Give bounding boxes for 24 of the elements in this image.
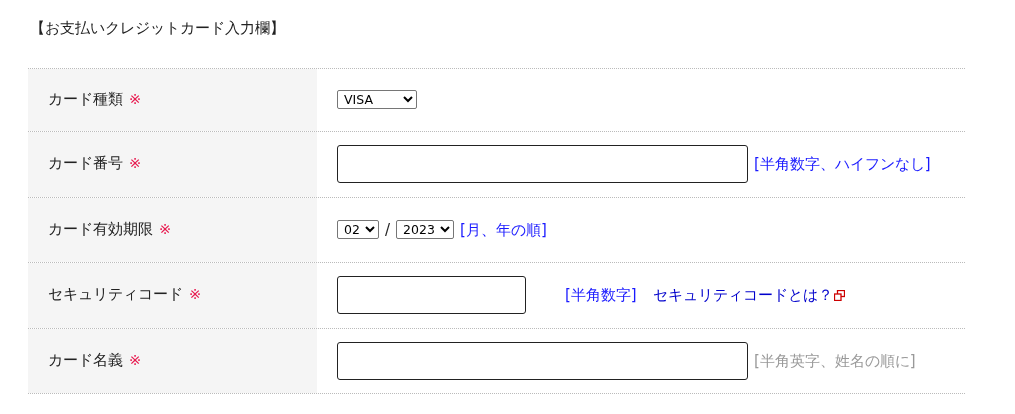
required-mark: ※ — [129, 350, 142, 370]
field-label: カード名義 — [48, 350, 123, 370]
dropdown-select[interactable]: VISA — [337, 90, 417, 110]
text-input-field[interactable] — [337, 145, 748, 184]
field-label: カード番号 — [48, 154, 123, 174]
required-mark: ※ — [189, 285, 202, 305]
required-mark: ※ — [129, 89, 142, 109]
text-input-field[interactable] — [337, 276, 526, 315]
required-mark: ※ — [159, 219, 172, 239]
hint-text: [月、年の順] — [460, 219, 547, 241]
help-link[interactable]: セキュリティコードとは？ — [652, 284, 845, 307]
hint-text: [半角英字、姓名の順に] — [754, 350, 916, 372]
required-mark: ※ — [129, 154, 142, 174]
hint-text: [半角数字、ハイフンなし] — [754, 154, 931, 175]
dropdown-select[interactable]: 02 — [337, 220, 379, 240]
field-label: カード種類 — [48, 89, 123, 109]
separator-text: / — [385, 219, 391, 241]
field-label: セキュリティコード — [48, 285, 183, 305]
field-label: カード有効期限 — [48, 219, 153, 239]
dropdown-select[interactable]: 2023 — [396, 220, 455, 240]
form-title: 【お支払いクレジットカード入力欄】 — [30, 19, 286, 38]
hint-text: [半角数字] — [565, 285, 637, 306]
text-input-field[interactable] — [337, 341, 748, 380]
external-link-icon — [833, 290, 845, 301]
